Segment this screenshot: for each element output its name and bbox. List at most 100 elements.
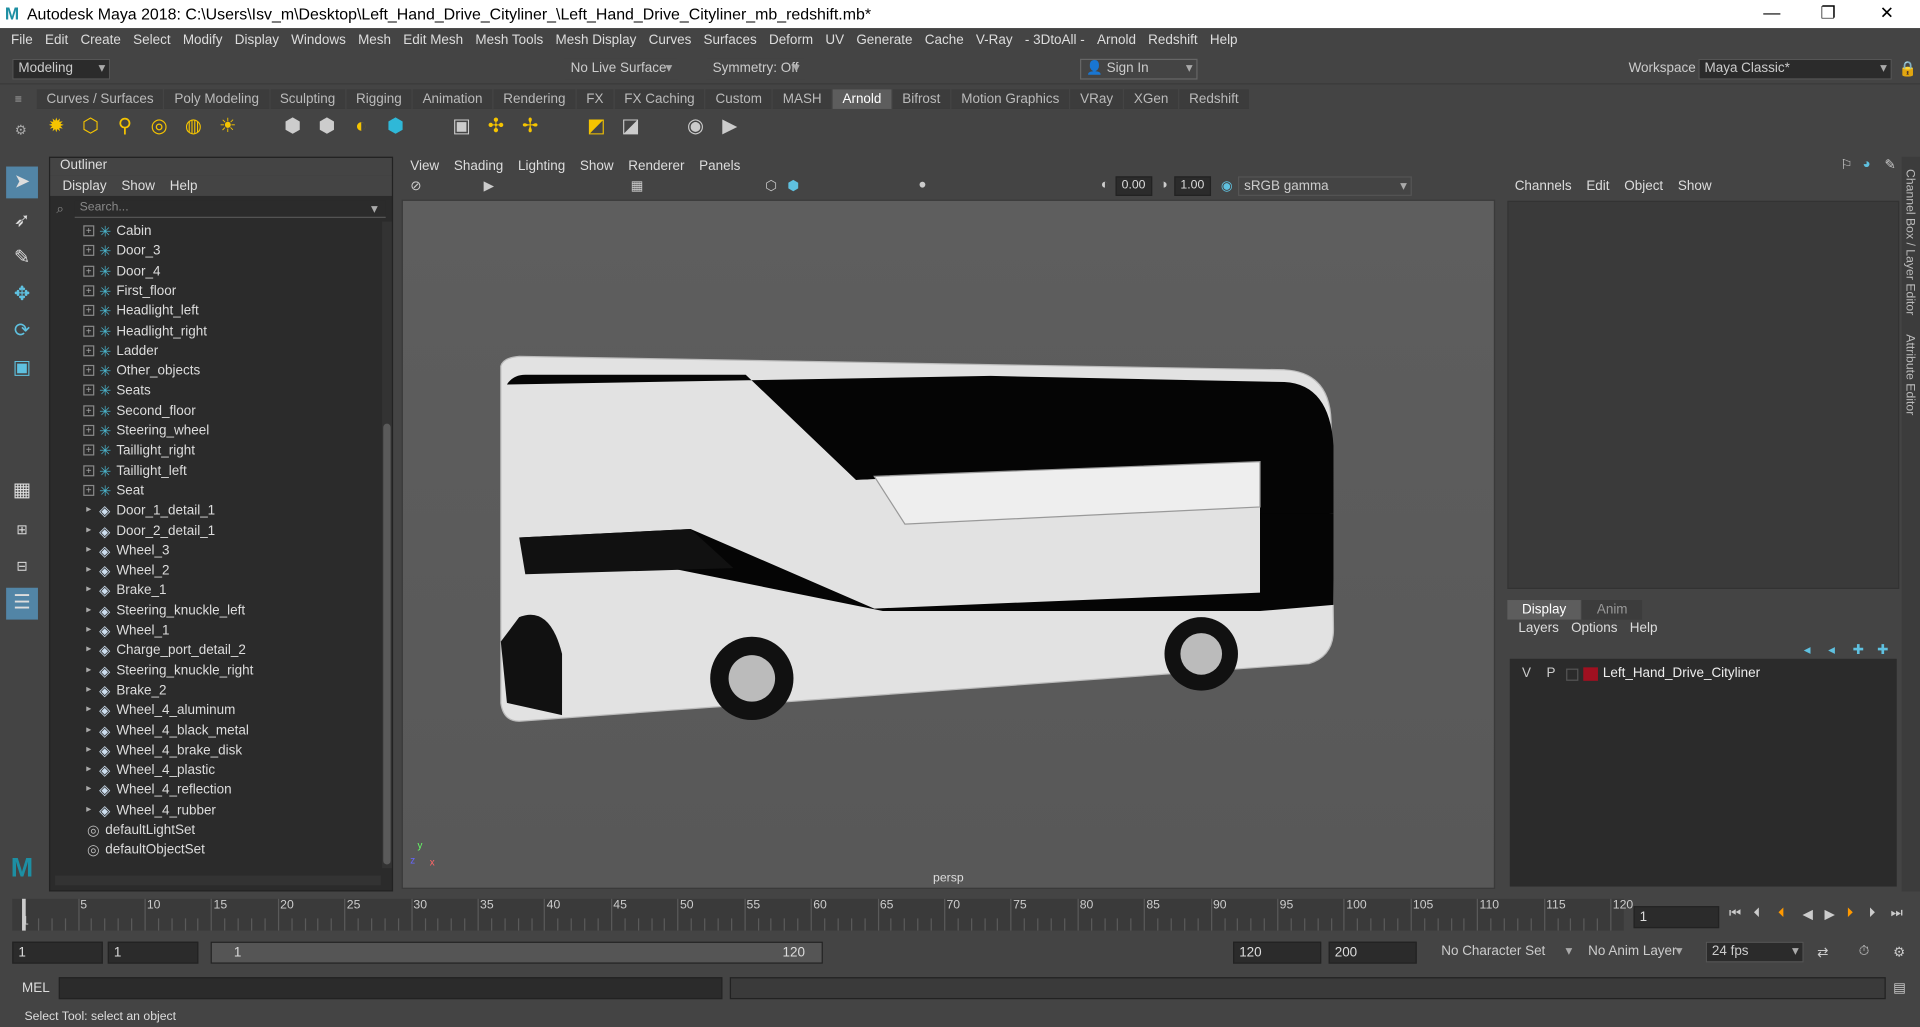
expand-icon[interactable]: + (83, 265, 95, 277)
layer-up-icon[interactable]: ◂ (1804, 642, 1811, 658)
outliner-menu-display[interactable]: Display (55, 178, 114, 193)
outliner-item[interactable]: ▸ ◈ Wheel_4_aluminum (50, 701, 381, 721)
outliner-item[interactable]: + ✳ Headlight_right (50, 321, 381, 341)
expand-icon[interactable]: + (83, 384, 95, 396)
texture-flush-icon[interactable]: ✣ (482, 114, 509, 141)
outliner-item[interactable]: ▸ ◈ Wheel_3 (50, 541, 381, 561)
layer-menu-help[interactable]: Help (1624, 621, 1664, 636)
shelf-tab-arnold[interactable]: Arnold (832, 89, 892, 109)
volume-icon[interactable]: ⬢ (313, 114, 340, 141)
outliner-hscrollbar[interactable] (55, 875, 381, 886)
layer-menu-options[interactable]: Options (1565, 621, 1624, 636)
menu-display[interactable]: Display (229, 33, 285, 48)
expand-icon[interactable]: ▸ (83, 804, 94, 815)
lighting-icon[interactable]: ● (918, 178, 926, 193)
outliner-item[interactable]: ▸ ◈ Brake_1 (50, 581, 381, 601)
expand-icon[interactable]: ▸ (83, 744, 94, 755)
outliner-item[interactable]: + ✳ Door_3 (50, 242, 381, 262)
expand-icon[interactable]: + (83, 424, 95, 436)
viewport-menu-shading[interactable]: Shading (447, 159, 511, 174)
outliner-item[interactable]: ▸ ◈ Wheel_2 (50, 561, 381, 581)
script-editor-icon[interactable]: ▤ (1893, 980, 1906, 996)
menu-mesh-display[interactable]: Mesh Display (549, 33, 642, 48)
menu-deform[interactable]: Deform (763, 33, 819, 48)
outliner-item[interactable]: ◎ defaultObjectSet (50, 840, 381, 860)
outliner-item[interactable]: + ✳ Door_4 (50, 262, 381, 282)
shelf-tab-xgen[interactable]: XGen (1124, 89, 1179, 109)
expand-icon[interactable]: ▸ (83, 644, 94, 655)
gamma-icon[interactable]: ◑ (1160, 178, 1168, 193)
menu-3dtoall[interactable]: - 3DtoAll - (1019, 33, 1091, 48)
shelf-tab-rendering[interactable]: Rendering (493, 89, 576, 109)
wireframe-icon[interactable]: ⬡ (765, 178, 777, 194)
camera-select-icon[interactable]: ⊘ (410, 178, 421, 194)
viewport-menu-view[interactable]: View (403, 159, 447, 174)
render-view-shelf-icon[interactable]: ◉ (682, 114, 709, 141)
outliner-item[interactable]: + ✳ Cabin (50, 222, 381, 242)
move-tool-icon[interactable]: ✥ (6, 279, 38, 311)
minimize-button[interactable]: — (1753, 2, 1790, 22)
shelf-tab-poly-modeling[interactable]: Poly Modeling (164, 89, 269, 109)
menu-uv[interactable]: UV (819, 33, 850, 48)
shelf-tab-sculpting[interactable]: Sculpting (270, 89, 346, 109)
outliner-item[interactable]: + ✳ Taillight_right (50, 441, 381, 461)
shelf-tab-custom[interactable]: Custom (705, 89, 772, 109)
menu-redshift[interactable]: Redshift (1142, 33, 1204, 48)
expand-icon[interactable]: ▸ (83, 784, 94, 795)
expand-icon[interactable]: ▸ (83, 624, 94, 635)
anim-start-field[interactable]: 1 (107, 941, 199, 964)
paint-select-icon[interactable]: ✎ (6, 242, 38, 274)
outliner-item[interactable]: ▸ ◈ Brake_2 (50, 681, 381, 701)
viewport-menu-show[interactable]: Show (573, 159, 621, 174)
color-space-dropdown[interactable]: sRGB gamma (1237, 176, 1412, 196)
expand-icon[interactable]: + (83, 305, 95, 317)
two-view-icon[interactable]: ⊟ (6, 551, 38, 583)
outliner-item[interactable]: + ✳ Second_floor (50, 401, 381, 421)
menu-windows[interactable]: Windows (285, 33, 352, 48)
rotate-tool-icon[interactable]: ⟳ (6, 316, 38, 348)
expand-icon[interactable]: + (83, 285, 95, 297)
workspace-dropdown[interactable]: Maya Classic* (1698, 58, 1892, 80)
new-layer-icon[interactable]: ✚ (1853, 642, 1864, 658)
outliner-item[interactable]: ▸ ◈ Wheel_4_plastic (50, 761, 381, 781)
menu-help[interactable]: Help (1204, 33, 1244, 48)
outliner-item[interactable]: ◎ defaultLightSet (50, 820, 381, 840)
shelf-menu-icon[interactable]: ≡ (15, 93, 30, 106)
shelf-tab-fx[interactable]: FX (576, 89, 614, 109)
menu-edit-mesh[interactable]: Edit Mesh (397, 33, 469, 48)
close-button[interactable]: ✕ (1869, 2, 1906, 23)
menu-mesh-tools[interactable]: Mesh Tools (469, 33, 549, 48)
scroll-thumb[interactable] (383, 423, 391, 865)
layer-menu-layers[interactable]: Layers (1512, 621, 1565, 636)
menu-file[interactable]: File (5, 33, 39, 48)
shelf-settings-icon[interactable]: ⚙ (15, 122, 27, 139)
expand-icon[interactable]: ▸ (83, 764, 94, 775)
outliner-item[interactable]: + ✳ Ladder (50, 341, 381, 361)
grid-icon[interactable]: ▦ (631, 178, 644, 194)
outliner-menu-show[interactable]: Show (114, 178, 162, 193)
go-start-icon[interactable]: ⏮ (1729, 906, 1741, 922)
go-end-icon[interactable]: ⏭ (1891, 906, 1903, 922)
outliner-item[interactable]: ▸ ◈ Wheel_4_reflection (50, 780, 381, 800)
expand-icon[interactable]: ▸ (83, 724, 94, 735)
spot-light-icon[interactable]: ⚲ (111, 114, 138, 141)
cb-pin-icon[interactable]: ⚐ (1840, 157, 1852, 173)
shelf-tab-mash[interactable]: MASH (772, 89, 832, 109)
mesh-light-icon[interactable]: ◍ (180, 114, 207, 141)
expand-icon[interactable]: ▸ (83, 544, 94, 556)
stand-in-export-icon[interactable]: ⬢ (382, 114, 409, 141)
outliner-layout-icon[interactable]: ☰ (6, 587, 38, 620)
mode-dropdown[interactable]: Modeling (12, 58, 111, 80)
expand-icon[interactable]: ▸ (83, 524, 94, 536)
outliner-item[interactable]: + ✳ Seat (50, 481, 381, 501)
new-layer-selected-icon[interactable]: ✚ (1877, 642, 1888, 658)
expand-icon[interactable]: ▸ (83, 564, 94, 576)
menu-curves[interactable]: Curves (643, 33, 698, 48)
shelf-tab-vray[interactable]: VRay (1070, 89, 1123, 109)
smooth-shade-icon[interactable]: ⬢ (787, 178, 799, 194)
expand-icon[interactable]: ▸ (83, 684, 94, 695)
viewport-menu-lighting[interactable]: Lighting (511, 159, 573, 174)
cb-attr-icon[interactable]: ✎ (1885, 157, 1896, 173)
standin-icon[interactable]: ⬢ (279, 114, 306, 141)
viewport-menu-renderer[interactable]: Renderer (621, 159, 692, 174)
